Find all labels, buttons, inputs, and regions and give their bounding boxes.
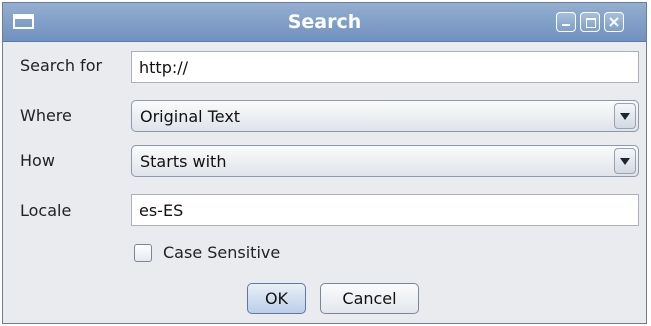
cancel-button[interactable]: Cancel xyxy=(320,283,419,314)
chevron-down-icon[interactable] xyxy=(614,103,636,129)
case-sensitive-label[interactable]: Case Sensitive xyxy=(163,243,280,262)
how-label: How xyxy=(20,151,55,170)
close-icon[interactable] xyxy=(604,12,624,32)
chevron-down-icon[interactable] xyxy=(614,148,636,174)
locale-label: Locale xyxy=(20,201,72,220)
maximize-icon[interactable] xyxy=(580,12,600,32)
search-for-label: Search for xyxy=(20,56,103,75)
how-select[interactable]: Starts with xyxy=(131,145,639,177)
search-dialog: Search Search for http:// Where Original… xyxy=(2,2,647,324)
where-select[interactable]: Original Text xyxy=(131,100,639,132)
title-bar[interactable]: Search xyxy=(3,3,646,42)
ok-button[interactable]: OK xyxy=(247,283,306,314)
where-label: Where xyxy=(20,106,72,125)
where-selected-value: Original Text xyxy=(140,107,241,126)
case-sensitive-checkbox[interactable] xyxy=(134,244,152,262)
minimize-icon[interactable] xyxy=(556,12,576,32)
how-selected-value: Starts with xyxy=(140,152,227,171)
search-for-input[interactable]: http:// xyxy=(131,51,639,83)
window-title: Search xyxy=(287,11,362,33)
locale-input[interactable]: es-ES xyxy=(131,194,639,226)
